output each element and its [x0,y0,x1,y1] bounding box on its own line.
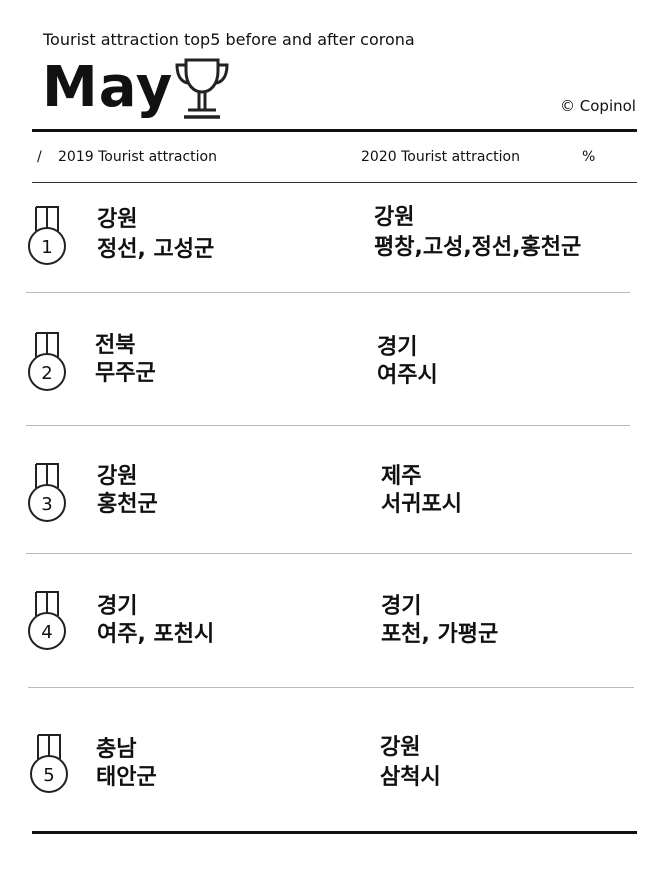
medal-icon: 3 [28,463,66,522]
places-2019: 태안군 [96,765,157,790]
region-2020: 제주 [381,464,422,489]
row-divider [26,292,630,293]
column-percent-header: % [582,149,596,165]
trophy-icon [175,58,229,119]
medal-icon: 1 [28,206,66,265]
region-2019: 강원 [97,464,138,489]
row-divider [26,553,632,554]
page-title: May [42,55,174,120]
row-divider [28,687,634,688]
region-2020: 경기 [377,335,418,360]
column-2020-header: 2020 Tourist attraction [361,149,520,165]
rank-number: 5 [43,765,54,786]
places-2020: 서귀포시 [381,492,462,517]
region-2019: 전북 [95,333,136,358]
places-2019: 무주군 [95,361,156,386]
region-2019: 경기 [97,594,138,619]
places-2019: 여주, 포천시 [97,622,215,647]
copyright-label: © Copinol [560,97,636,115]
region-2020: 강원 [374,205,415,230]
region-2019: 충남 [96,737,137,762]
medal-icon: 4 [28,591,66,650]
column-2019-header: 2019 Tourist attraction [58,149,217,165]
places-2019: 홍천군 [97,492,158,517]
medal-icon: 2 [28,332,66,391]
page-subtitle: Tourist attraction top5 before and after… [43,30,415,49]
bottom-divider [32,831,637,834]
places-2020: 포천, 가평군 [381,622,499,647]
places-2019: 정선, 고성군 [97,237,215,262]
region-2020: 강원 [380,735,421,760]
region-2020: 경기 [381,594,422,619]
places-2020: 여주시 [377,363,438,388]
slash-label: / [37,149,42,165]
places-2020: 평창,고성,정선,홍천군 [374,235,582,260]
places-2020: 삼척시 [380,765,441,790]
rank-number: 4 [41,622,52,643]
row-divider [26,425,630,426]
region-2019: 강원 [97,207,138,232]
medal-icon: 5 [30,734,68,793]
top-divider [32,129,637,132]
rank-number: 1 [41,237,52,258]
header-divider [32,182,637,183]
rank-number: 2 [41,363,52,384]
rank-number: 3 [41,494,52,515]
